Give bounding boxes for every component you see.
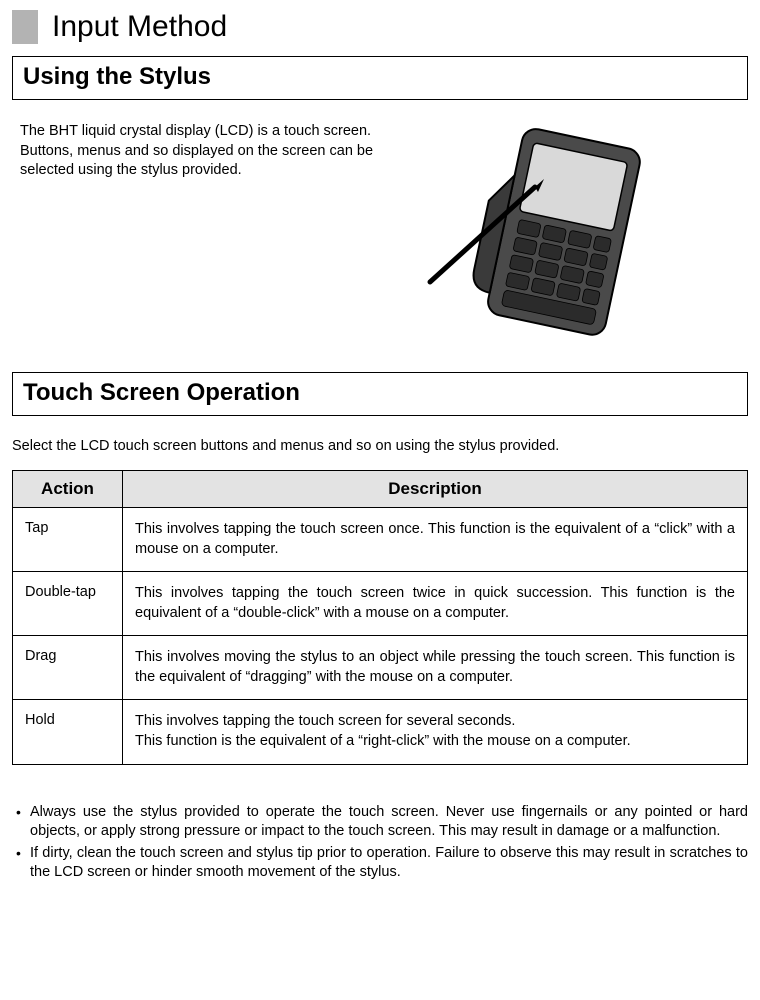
cell-description: This involves tapping the touch screen o…	[123, 508, 748, 572]
section-touch-operation-box: Touch Screen Operation	[12, 372, 748, 416]
list-item: If dirty, clean the touch screen and sty…	[12, 844, 748, 883]
cell-description: This involves tapping the touch screen f…	[123, 700, 748, 764]
cell-action: Drag	[13, 636, 123, 700]
stylus-intro-row: The BHT liquid crystal display (LCD) is …	[20, 122, 748, 342]
col-header-action: Action	[13, 471, 123, 508]
cell-action: Double-tap	[13, 572, 123, 636]
cell-description-line1: This involves tapping the touch screen f…	[135, 713, 515, 729]
cell-description-line2: This function is the equivalent of a “ri…	[135, 732, 735, 752]
table-row: Double-tap This involves tapping the tou…	[13, 572, 748, 636]
cell-description: This involves tapping the touch screen t…	[123, 572, 748, 636]
page-title: Input Method	[52, 10, 227, 44]
col-header-description: Description	[123, 471, 748, 508]
touch-intro-text: Select the LCD touch screen buttons and …	[12, 438, 748, 454]
title-marker	[12, 10, 38, 44]
table-header-row: Action Description	[13, 471, 748, 508]
handheld-device-icon	[410, 122, 710, 342]
section-using-stylus-box: Using the Stylus	[12, 56, 748, 100]
list-item: Always use the stylus provided to operat…	[12, 803, 748, 842]
table-row: Hold This involves tapping the touch scr…	[13, 700, 748, 764]
cell-description: This involves moving the stylus to an ob…	[123, 636, 748, 700]
stylus-intro-text: The BHT liquid crystal display (LCD) is …	[20, 122, 390, 181]
table-row: Drag This involves moving the stylus to …	[13, 636, 748, 700]
cell-action: Hold	[13, 700, 123, 764]
cell-action: Tap	[13, 508, 123, 572]
touch-actions-table: Action Description Tap This involves tap…	[12, 470, 748, 765]
table-row: Tap This involves tapping the touch scre…	[13, 508, 748, 572]
usage-notes-list: Always use the stylus provided to operat…	[12, 803, 748, 883]
section-using-stylus-heading: Using the Stylus	[23, 63, 737, 91]
device-illustration	[410, 122, 710, 342]
page-title-row: Input Method	[12, 10, 748, 44]
section-touch-operation-heading: Touch Screen Operation	[23, 379, 737, 407]
